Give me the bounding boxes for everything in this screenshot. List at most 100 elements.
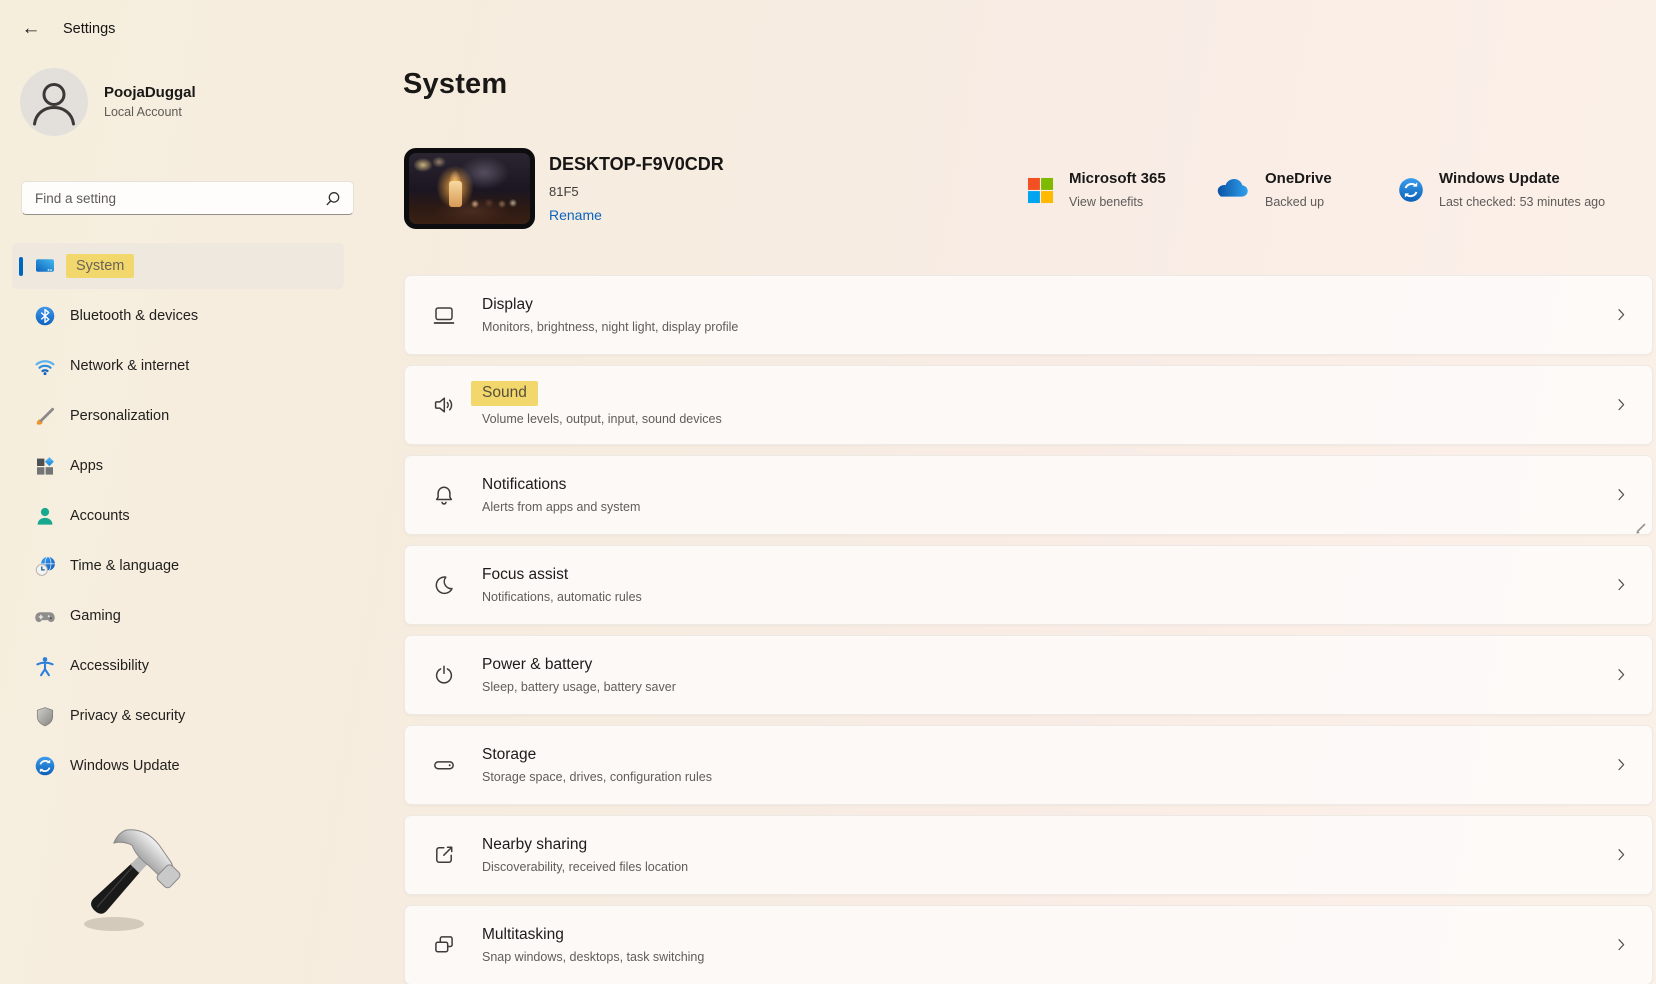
- card-subtitle: Notifications, automatic rules: [482, 590, 642, 604]
- multitasking-windows-icon: [432, 933, 456, 957]
- search-highlight: Sound: [471, 381, 538, 406]
- card-subtitle: Snap windows, desktops, task switching: [482, 950, 704, 964]
- sidebar-item-label: System: [70, 258, 134, 274]
- windows-update-icon: [1398, 177, 1424, 203]
- sidebar-item-label: Bluetooth & devices: [70, 308, 198, 324]
- sidebar-item-label: Time & language: [70, 558, 179, 574]
- chevron-right-icon: [1613, 307, 1630, 324]
- settings-card-display[interactable]: Display Monitors, brightness, night ligh…: [404, 275, 1653, 355]
- sidebar-item-gaming[interactable]: Gaming: [12, 593, 344, 639]
- sidebar-item-time-language[interactable]: Time & language: [12, 543, 344, 589]
- card-subtitle: Monitors, brightness, night light, displ…: [482, 320, 738, 334]
- time-language-icon: [34, 555, 56, 577]
- tile-subtitle: Backed up: [1265, 195, 1332, 209]
- chevron-right-icon: [1613, 667, 1630, 684]
- card-title: Power & battery: [482, 656, 676, 674]
- speaker-icon: [432, 393, 456, 417]
- sidebar-item-label: Personalization: [70, 408, 169, 424]
- tile-windows-update[interactable]: Windows Update Last checked: 53 minutes …: [1398, 169, 1605, 209]
- sidebar-item-label: Privacy & security: [70, 708, 185, 724]
- tile-title: Microsoft 365: [1069, 169, 1166, 188]
- settings-card-notifications[interactable]: Notifications Alerts from apps and syste…: [404, 455, 1653, 535]
- thumbnail-decor-art: [467, 197, 519, 211]
- tile-title: Windows Update: [1439, 169, 1605, 188]
- settings-card-sound[interactable]: Sound Volume levels, output, input, soun…: [404, 365, 1653, 445]
- sidebar-item-label: Gaming: [70, 608, 121, 624]
- settings-window: ← Settings PoojaDuggal Local Account Sys…: [0, 0, 1656, 984]
- back-button[interactable]: ←: [16, 14, 46, 44]
- person-icon: [20, 68, 88, 136]
- sidebar-item-bluetooth-devices[interactable]: Bluetooth & devices: [12, 293, 344, 339]
- page-title: System: [403, 68, 507, 101]
- chevron-right-icon: [1613, 577, 1630, 594]
- tile-subtitle: View benefits: [1069, 195, 1166, 209]
- avatar[interactable]: [20, 68, 88, 136]
- onedrive-cloud-icon: [1210, 177, 1250, 200]
- device-wallpaper-thumbnail: [404, 148, 535, 229]
- settings-card-storage[interactable]: Storage Storage space, drives, configura…: [404, 725, 1653, 805]
- profile-account-type: Local Account: [104, 105, 182, 119]
- sidebar-item-windows-update[interactable]: Windows Update: [12, 743, 344, 789]
- tile-title: OneDrive: [1265, 169, 1332, 188]
- display-icon: [432, 303, 456, 327]
- thumbnail-candle-art: [449, 181, 462, 207]
- chevron-right-icon: [1613, 487, 1630, 504]
- chevron-right-icon: [1613, 847, 1630, 864]
- card-title: Notifications: [482, 476, 640, 494]
- windows-update-icon: [34, 755, 56, 777]
- wifi-icon: [34, 355, 56, 377]
- card-title: Sound: [482, 384, 722, 406]
- sidebar-item-label: Accounts: [70, 508, 130, 524]
- window-title: Settings: [63, 21, 115, 37]
- chevron-right-icon: [1613, 757, 1630, 774]
- search-box[interactable]: [21, 181, 354, 215]
- tile-onedrive[interactable]: OneDrive Backed up: [1210, 169, 1332, 209]
- share-icon: [432, 843, 456, 867]
- sidebar-item-apps[interactable]: Apps: [12, 443, 344, 489]
- sidebar-item-accessibility[interactable]: Accessibility: [12, 643, 344, 689]
- card-title: Focus assist: [482, 566, 642, 584]
- settings-card-power-battery[interactable]: Power & battery Sleep, battery usage, ba…: [404, 635, 1653, 715]
- sidebar-item-label: Accessibility: [70, 658, 149, 674]
- shield-icon: [34, 705, 56, 727]
- sidebar-item-privacy-security[interactable]: Privacy & security: [12, 693, 344, 739]
- card-title: Nearby sharing: [482, 836, 688, 854]
- profile-name: PoojaDuggal: [104, 84, 196, 101]
- bell-icon: [432, 483, 456, 507]
- search-icon: [323, 189, 343, 209]
- card-title: Multitasking: [482, 926, 704, 944]
- card-subtitle: Volume levels, output, input, sound devi…: [482, 412, 722, 426]
- back-arrow-icon: ←: [22, 18, 41, 39]
- tile-microsoft-365[interactable]: Microsoft 365 View benefits: [1027, 169, 1166, 209]
- accessibility-person-icon: [34, 655, 56, 677]
- settings-card-nearby-sharing[interactable]: Nearby sharing Discoverability, received…: [404, 815, 1653, 895]
- microsoft-logo-icon: [1027, 177, 1054, 204]
- sidebar-item-accounts[interactable]: Accounts: [12, 493, 344, 539]
- chevron-right-icon: [1613, 397, 1630, 414]
- sidebar-item-system[interactable]: System: [12, 243, 344, 289]
- sidebar-item-network-internet[interactable]: Network & internet: [12, 343, 344, 389]
- sidebar-item-label: Windows Update: [70, 758, 180, 774]
- card-subtitle: Alerts from apps and system: [482, 500, 640, 514]
- hammer-cursor-image: [62, 820, 184, 942]
- gamepad-icon: [34, 605, 56, 627]
- sidebar-item-personalization[interactable]: Personalization: [12, 393, 344, 439]
- apps-icon: [34, 455, 56, 477]
- rename-link[interactable]: Rename: [549, 207, 602, 223]
- card-subtitle: Discoverability, received files location: [482, 860, 688, 874]
- moon-icon: [432, 573, 456, 597]
- settings-card-multitasking[interactable]: Multitasking Snap windows, desktops, tas…: [404, 905, 1653, 984]
- brush-icon: [34, 405, 56, 427]
- system-icon: [34, 255, 56, 277]
- card-subtitle: Sleep, battery usage, battery saver: [482, 680, 676, 694]
- settings-card-focus-assist[interactable]: Focus assist Notifications, automatic ru…: [404, 545, 1653, 625]
- power-icon: [432, 663, 456, 687]
- search-input[interactable]: [22, 182, 353, 214]
- selected-indicator: [19, 257, 23, 276]
- sidebar-nav: System Bluetooth & devices Network & int…: [12, 243, 344, 793]
- sidebar-item-label: Apps: [70, 458, 103, 474]
- device-name: DESKTOP-F9V0CDR: [549, 154, 724, 175]
- cursor-artifact: [1633, 522, 1647, 536]
- card-title: Display: [482, 296, 738, 314]
- card-title: Storage: [482, 746, 712, 764]
